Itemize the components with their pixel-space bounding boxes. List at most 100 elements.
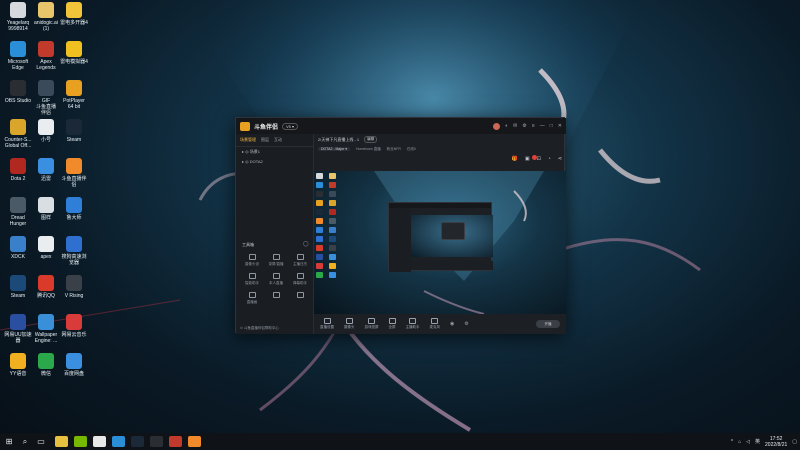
- nvidia-icon[interactable]: [74, 436, 87, 447]
- ld-emulator-icon: [66, 2, 82, 18]
- settings-icon[interactable]: ⚙: [464, 321, 468, 327]
- tool-live-frame[interactable]: 直播画: [240, 292, 264, 305]
- desktop-shortcut[interactable]: PotPlayer 64 bit: [58, 80, 90, 110]
- skin-icon[interactable]: ◐: [505, 123, 508, 129]
- tool-extra-2[interactable]: [288, 292, 312, 305]
- chevron-up-icon[interactable]: ^: [731, 439, 733, 445]
- desktop-shortcut-label: 网易云音乐: [61, 332, 87, 338]
- nested-preview-window: [388, 202, 493, 272]
- desktop-shortcut-label: V Rising: [64, 293, 84, 299]
- streamer-helper-button[interactable]: 主播助手: [406, 318, 420, 330]
- tool-self-live[interactable]: 本人直播: [264, 273, 288, 286]
- share-icon[interactable]: ⋖: [558, 156, 562, 162]
- search-icon[interactable]: ⌕: [19, 436, 31, 447]
- stat-hometown: Hometown 直播: [356, 146, 381, 151]
- speaker-icon[interactable]: ◉: [450, 321, 454, 327]
- stat-fans: 粉丝NFR: [386, 146, 401, 151]
- go-live-button[interactable]: 开播: [536, 320, 560, 328]
- edge-icon[interactable]: [112, 436, 125, 447]
- help-center-link[interactable]: ⊙ 斗鱼直播伴侣帮助中心: [240, 326, 279, 331]
- tab-layers[interactable]: 图层: [261, 137, 269, 143]
- desktop-shortcut[interactable]: 百度网盘: [58, 353, 90, 377]
- notification-dot: [532, 155, 537, 160]
- desktop-shortcut[interactable]: 鲁大师: [58, 197, 90, 221]
- baidu-netdisk-icon: [66, 353, 82, 369]
- ime-icon[interactable]: 英: [755, 438, 760, 445]
- room-subheader: DOTA2 - Major ▾ Hometown 直播 粉丝NFR 在线0: [314, 145, 566, 153]
- tool-calendar[interactable]: 主播日历: [288, 254, 312, 267]
- toolbox-settings-icon[interactable]: ◯: [303, 241, 309, 247]
- toolbox-title: 工具箱: [242, 242, 254, 247]
- folder-icon: [38, 2, 54, 18]
- tool-record[interactable]: 录屏/直播: [264, 254, 288, 267]
- tool-assistant[interactable]: 智能助手: [240, 273, 264, 286]
- desktop-shortcut[interactable]: 雷电多开器4: [58, 2, 90, 26]
- monitor-icon: [323, 318, 331, 324]
- microphone-button[interactable]: 麦克风: [430, 318, 440, 330]
- stream-preview[interactable]: [314, 171, 566, 314]
- start-button[interactable]: ⊞: [3, 436, 15, 447]
- apex-icon: [38, 41, 54, 57]
- video-file-icon: [38, 80, 54, 96]
- camera-button[interactable]: 摄像头: [344, 318, 355, 330]
- minimize-icon[interactable]: —: [540, 123, 545, 129]
- steam-icon[interactable]: [131, 436, 144, 447]
- music-icon[interactable]: [93, 436, 106, 447]
- version-button[interactable]: V5 ▾: [282, 122, 299, 130]
- desktop-shortcut[interactable]: 搜狗高速浏 览器: [58, 236, 90, 266]
- desktop-shortcut[interactable]: 网易云音乐: [58, 314, 90, 338]
- anchor-icon: [10, 197, 26, 213]
- douyu-companion-window[interactable]: 斗鱼伴侣 V5 ▾ ◐ ✉ ⚙ ≡ — □ ✕ 场景管理 图层 互动 ▸ ◎ 场…: [235, 117, 566, 334]
- gift-icon[interactable]: 🎁: [512, 156, 518, 162]
- tool-extra-1[interactable]: [264, 292, 288, 305]
- desktop-shortcut[interactable]: 雷电模拟器4: [58, 41, 90, 65]
- explorer-icon[interactable]: [55, 436, 68, 447]
- tab-interact[interactable]: 互动: [274, 137, 282, 143]
- netease-music-icon: [66, 314, 82, 330]
- close-icon[interactable]: ✕: [558, 123, 562, 129]
- tool-danmaku[interactable]: 弹幕助手: [288, 273, 312, 286]
- task-view-icon[interactable]: ▭: [35, 436, 47, 447]
- message-icon[interactable]: ✉: [513, 123, 517, 129]
- desktop-shortcut-label: PotPlayer 64 bit: [63, 98, 85, 110]
- live-settings-button[interactable]: 直播设置: [320, 318, 334, 330]
- clock[interactable]: 17:52 2022/8/21: [765, 436, 787, 448]
- notification-icon[interactable]: ▢: [792, 439, 797, 445]
- maximize-icon[interactable]: □: [550, 123, 553, 129]
- douyu-icon[interactable]: [188, 436, 201, 447]
- game-cast-button[interactable]: 游戏投屏: [365, 318, 379, 330]
- app-brand: 斗鱼伴侣: [254, 124, 279, 131]
- volume-icon[interactable]: ◁: [746, 439, 750, 445]
- category-select[interactable]: DOTA2 - Major ▾: [318, 147, 351, 151]
- app-titlebar[interactable]: 斗鱼伴侣 V5 ▾ ◐ ✉ ⚙ ≡ — □ ✕: [236, 118, 566, 134]
- desktop-shortcut[interactable]: Steam: [58, 119, 90, 143]
- clock-date: 2022/8/21: [765, 441, 788, 448]
- wechat-icon: [38, 353, 54, 369]
- desktop-shortcut[interactable]: V Rising: [58, 275, 90, 299]
- desktop-shortcut-label: Steam: [66, 137, 82, 143]
- obs-icon[interactable]: [150, 436, 163, 447]
- avatar[interactable]: [493, 122, 501, 130]
- system-tray: ^ ⌂ ◁ 英 17:52 2022/8/21 ▢: [731, 436, 797, 448]
- desktop-shortcut[interactable]: 斗鱼直播伴 侣: [58, 158, 90, 188]
- screen-icon[interactable]: ▣: [525, 156, 530, 162]
- network-icon[interactable]: ⌂: [738, 439, 741, 445]
- settings-icon[interactable]: ⚙: [522, 123, 526, 129]
- edit-room-button[interactable]: 编辑: [364, 136, 378, 143]
- tab-scenes[interactable]: 场景管理: [240, 137, 256, 143]
- desktop-shortcut-label: 斗鱼直播伴 侣: [61, 176, 87, 188]
- tool-camera[interactable]: 摄像头设: [240, 254, 264, 267]
- bell-icon[interactable]: ◔: [548, 156, 551, 162]
- desktop-shortcut-label: 搜狗高速浏 览器: [61, 254, 87, 266]
- fullscreen-button[interactable]: 全屏: [388, 318, 396, 330]
- ludashi-icon: [66, 197, 82, 213]
- lock-icon[interactable]: ⊡: [537, 156, 541, 162]
- left-panel: 场景管理 图层 互动 ▸ ◎ 场景1 ▸ ◎ DOTA2 工具箱 ◯ 摄像头设 …: [236, 134, 314, 334]
- menu-icon[interactable]: ≡: [532, 123, 535, 129]
- scene-item-1[interactable]: ▸ ◎ 场景1: [236, 147, 313, 157]
- scene-item-dota2[interactable]: ▸ ◎ DOTA2: [236, 157, 313, 166]
- more-icon: [296, 292, 304, 298]
- apex-icon[interactable]: [169, 436, 182, 447]
- main-panel: 2!天神下凡直播上线 - 1 编辑 DOTA2 - Major ▾ Hometo…: [314, 134, 566, 334]
- steam-icon: [66, 119, 82, 135]
